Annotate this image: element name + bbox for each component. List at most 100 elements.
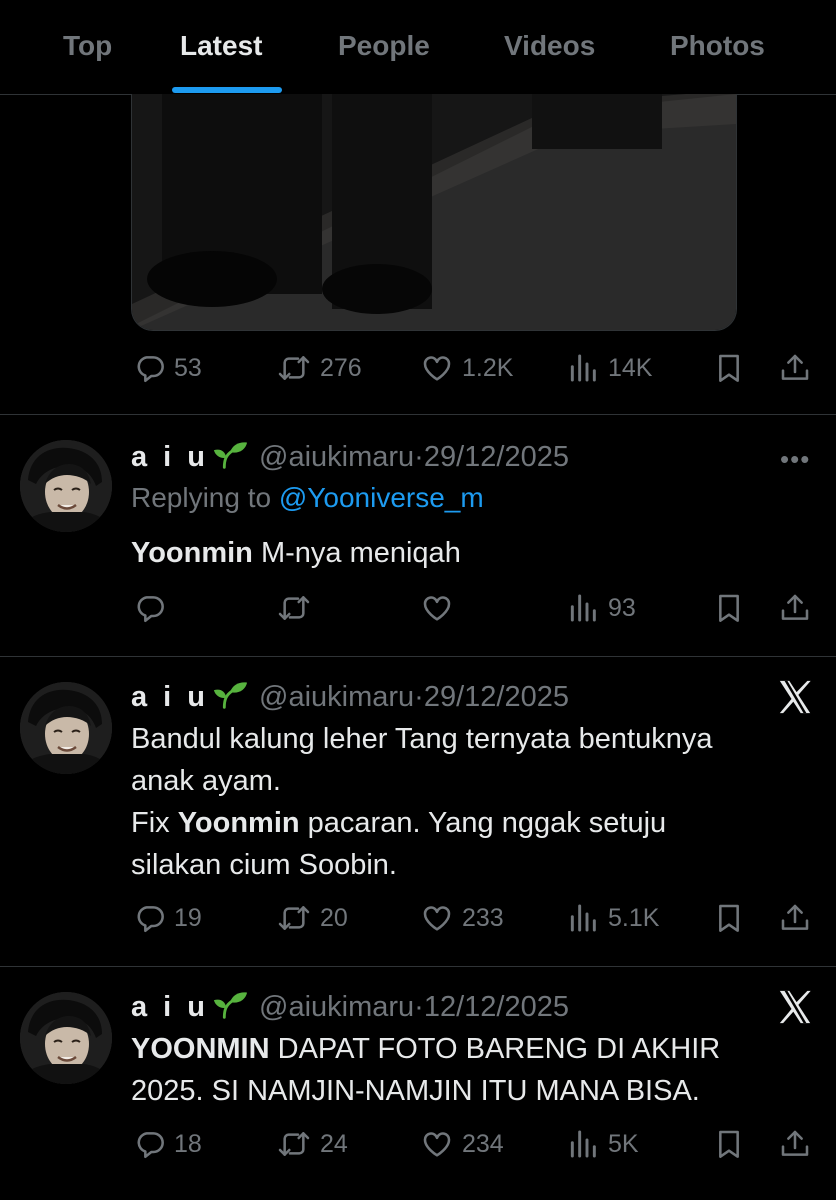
- reply-count: 18: [174, 1129, 202, 1158]
- view-count: 5K: [608, 1129, 639, 1158]
- tweet-date[interactable]: 29/12/2025: [424, 681, 569, 713]
- bookmark-button[interactable]: [712, 902, 746, 934]
- tab-people[interactable]: People: [338, 30, 430, 62]
- views-icon: [566, 902, 600, 934]
- view-count: 14K: [608, 353, 653, 382]
- more-options-icon[interactable]: •••: [780, 444, 810, 475]
- repost-count: 24: [320, 1129, 348, 1158]
- bookmark-button[interactable]: [712, 1128, 746, 1160]
- tweet-text-bold: YOONMIN: [131, 1033, 270, 1065]
- bookmark-icon: [712, 592, 746, 624]
- tweet-media-image[interactable]: [131, 94, 737, 331]
- display-name[interactable]: a i u: [131, 441, 209, 473]
- heart-icon: [420, 902, 454, 934]
- user-handle[interactable]: @aiukimaru: [259, 991, 414, 1023]
- divider: [0, 966, 836, 967]
- tweet-text-rest: DAPAT FOTO BARENG DI AKHIR: [269, 1033, 721, 1065]
- divider: [0, 656, 836, 657]
- share-button[interactable]: [778, 592, 812, 624]
- tweet-text: Yoonmin M-nya meniqah: [131, 532, 791, 574]
- tab-latest[interactable]: Latest: [180, 30, 262, 62]
- share-button[interactable]: [778, 902, 812, 934]
- separator: ·: [414, 441, 424, 473]
- like-button[interactable]: 1.2K: [420, 352, 513, 384]
- reply-button[interactable]: 19: [134, 902, 202, 934]
- repost-count: 276: [320, 353, 362, 382]
- tweet-text-bold: Yoonmin: [177, 807, 300, 839]
- reply-icon: [134, 592, 166, 624]
- replying-to: Replying to @Yooniverse_m: [131, 482, 484, 514]
- like-button[interactable]: 234: [420, 1128, 504, 1160]
- tab-videos[interactable]: Videos: [504, 30, 595, 62]
- tweet-date[interactable]: 29/12/2025: [424, 441, 569, 473]
- reply-count: 19: [174, 903, 202, 932]
- reply-icon: [134, 1128, 166, 1160]
- share-button[interactable]: [778, 1128, 812, 1160]
- replying-to-label: Replying to: [131, 482, 272, 513]
- repost-button[interactable]: [276, 592, 312, 624]
- repost-button[interactable]: 24: [276, 1128, 348, 1160]
- reply-icon: [134, 902, 166, 934]
- separator: ·: [414, 681, 424, 713]
- repost-button[interactable]: 20: [276, 902, 348, 934]
- views-icon: [566, 592, 600, 624]
- reply-button[interactable]: 18: [134, 1128, 202, 1160]
- reply-button[interactable]: 53: [134, 352, 202, 384]
- views-button[interactable]: 5.1K: [566, 902, 659, 934]
- like-count: 233: [462, 903, 504, 932]
- tweet-line: Fix Yoonmin pacaran. Yang nggak setuju: [131, 802, 791, 844]
- avatar[interactable]: [20, 682, 112, 774]
- tweet-text: YOONMIN DAPAT FOTO BARENG DI AKHIR 2025.…: [131, 1028, 791, 1112]
- share-icon: [778, 592, 812, 624]
- views-icon: [566, 1128, 600, 1160]
- sprout-emoji-icon: [211, 678, 249, 710]
- x-logo-icon[interactable]: [776, 988, 814, 1026]
- tweet-text-pre: Fix: [131, 807, 178, 839]
- views-button[interactable]: 5K: [566, 1128, 639, 1160]
- tab-photos[interactable]: Photos: [670, 30, 765, 62]
- repost-icon: [276, 352, 312, 384]
- share-button[interactable]: [778, 352, 812, 384]
- bookmark-icon: [712, 1128, 746, 1160]
- view-count: 93: [608, 593, 636, 622]
- share-icon: [778, 1128, 812, 1160]
- tweet-line: 2025. SI NAMJIN-NAMJIN ITU MANA BISA.: [131, 1075, 700, 1107]
- display-name[interactable]: a i u: [131, 681, 209, 713]
- views-button[interactable]: 93: [566, 592, 636, 624]
- heart-icon: [420, 592, 454, 624]
- x-logo-icon[interactable]: [776, 678, 814, 716]
- repost-button[interactable]: 276: [276, 352, 362, 384]
- tweet-header: a i u @aiukimaru·29/12/2025: [131, 678, 569, 714]
- reply-count: 53: [174, 353, 202, 382]
- views-button[interactable]: 14K: [566, 352, 652, 384]
- bookmark-icon: [712, 352, 746, 384]
- bookmark-button[interactable]: [712, 352, 746, 384]
- divider: [0, 414, 836, 415]
- views-icon: [566, 352, 600, 384]
- user-handle[interactable]: @aiukimaru: [259, 441, 414, 473]
- repost-icon: [276, 592, 312, 624]
- active-tab-indicator: [172, 87, 282, 93]
- like-button[interactable]: [420, 592, 454, 624]
- tweet-header: a i u @aiukimaru·29/12/2025: [131, 438, 569, 474]
- avatar[interactable]: [20, 440, 112, 532]
- heart-icon: [420, 1128, 454, 1160]
- avatar[interactable]: [20, 992, 112, 1084]
- repost-icon: [276, 902, 312, 934]
- tweet-line: Bandul kalung leher Tang ternyata bentuk…: [131, 723, 713, 755]
- mention-link[interactable]: @Yooniverse_m: [279, 482, 484, 513]
- bookmark-button[interactable]: [712, 592, 746, 624]
- tweet-line: silakan cium Soobin.: [131, 849, 397, 881]
- user-handle[interactable]: @aiukimaru: [259, 681, 414, 713]
- sprout-emoji-icon: [211, 438, 249, 470]
- reply-button[interactable]: [134, 592, 166, 624]
- search-tabs: Top Latest People Videos Photos: [0, 0, 836, 95]
- like-button[interactable]: 233: [420, 902, 504, 934]
- heart-icon: [420, 352, 454, 384]
- tweet-date[interactable]: 12/12/2025: [424, 991, 569, 1023]
- display-name[interactable]: a i u: [131, 991, 209, 1023]
- share-icon: [778, 902, 812, 934]
- tab-top[interactable]: Top: [63, 30, 112, 62]
- sprout-emoji-icon: [211, 988, 249, 1020]
- tweet-line: anak ayam.: [131, 765, 281, 797]
